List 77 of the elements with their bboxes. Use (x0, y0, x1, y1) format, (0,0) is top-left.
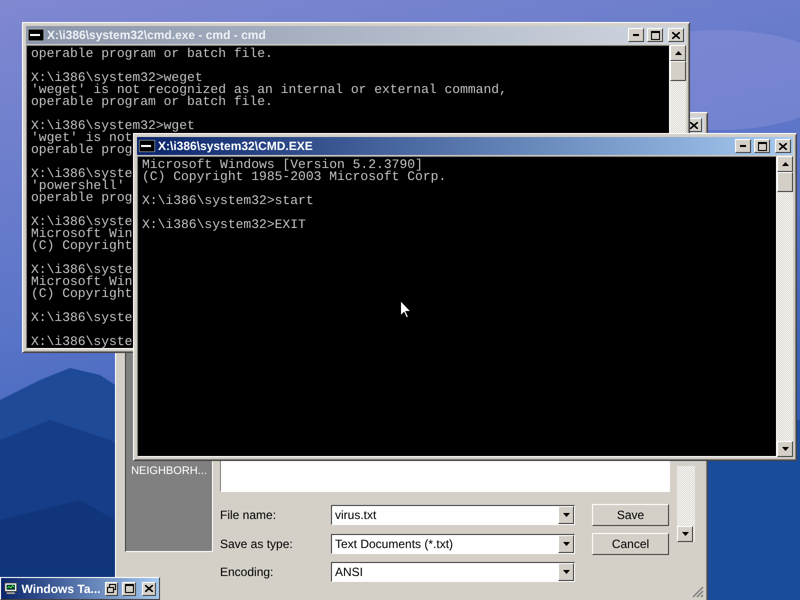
window-title: X:\i386\system32\CMD.EXE (158, 139, 314, 153)
console-line: X:\i386\syste (31, 168, 132, 180)
console-line: (C) Copyright 1985-2003 Microsoft Corp. (142, 171, 446, 183)
scroll-thumb[interactable] (670, 61, 686, 81)
console-line: X:\i386\system32>wget (31, 120, 195, 132)
console-icon (139, 140, 155, 152)
console-line: X:\i386\syste (31, 336, 132, 348)
console-line: X:\i386\system32>weget (31, 72, 203, 84)
scrollbar[interactable] (677, 466, 695, 542)
scroll-thumb[interactable] (777, 172, 793, 192)
dropdown-button[interactable] (558, 535, 574, 553)
scroll-down-button[interactable] (677, 526, 693, 542)
console-line: (C) Copyright (31, 288, 132, 300)
console-line: X:\i386\system32>start (142, 195, 314, 207)
scroll-up-button[interactable] (777, 156, 793, 172)
maximize-button[interactable] (647, 28, 663, 42)
combo-box[interactable]: virus.txt (331, 505, 575, 525)
console-line: X:\i386\syste (31, 312, 132, 324)
console-line: X:\i386\syste (31, 264, 132, 276)
restore-icon (106, 584, 116, 593)
caret-icon (562, 570, 570, 574)
console-line: 'powershell' (31, 180, 125, 192)
field-label: File name: (220, 508, 278, 522)
field-label: Encoding: (220, 565, 274, 579)
dialog-button[interactable]: Cancel (592, 533, 669, 555)
scrollbar[interactable] (777, 156, 793, 457)
combo-box[interactable]: Text Documents (*.txt) (331, 534, 575, 554)
down-arrow-icon (682, 532, 688, 536)
dropdown-button[interactable] (558, 563, 574, 581)
console-icon (28, 29, 44, 41)
mouse-pointer-icon (400, 300, 412, 319)
window-title: Windows Ta... (22, 582, 101, 596)
console-line: 'weget' is not recognized as an internal or external command, (31, 84, 507, 96)
field-label: Save as type: (220, 537, 294, 551)
console-line: Microsoft Win (31, 276, 132, 288)
console-line: (C) Copyright (31, 240, 132, 252)
close-button[interactable] (775, 139, 791, 153)
dialog-button[interactable]: Save (592, 504, 669, 526)
scroll-down-button[interactable] (777, 441, 793, 457)
window-title: X:\i386\system32\cmd.exe - cmd - cmd (47, 28, 267, 42)
restore-button[interactable] (104, 582, 118, 596)
console-line: 'wget' is not (31, 132, 132, 144)
console-line: Microsoft Win (31, 228, 132, 240)
close-button[interactable] (142, 582, 156, 596)
close-icon (690, 122, 698, 128)
close-icon (779, 142, 787, 150)
minimize-button[interactable] (628, 28, 644, 42)
maximize-button[interactable] (754, 139, 770, 153)
console-line: operable prog (31, 144, 132, 156)
monitor-icon (4, 581, 18, 596)
maximize-icon (124, 584, 134, 593)
resize-grip-icon[interactable] (692, 586, 704, 598)
up-arrow-icon (674, 51, 682, 55)
caret-icon (562, 542, 570, 546)
minimized-window[interactable]: Windows Ta... (0, 577, 160, 600)
maximize-icon (758, 142, 766, 150)
caret-icon (562, 513, 570, 517)
console-line: X:\i386\system32>EXIT (142, 219, 306, 231)
up-arrow-icon (782, 162, 788, 166)
console-line: operable program or batch file. (31, 48, 273, 60)
maximize-icon (650, 30, 660, 40)
close-button[interactable] (668, 28, 684, 42)
console-line: operable program or batch file. (31, 96, 273, 108)
minimize-button[interactable] (735, 139, 751, 153)
minimize-icon (740, 145, 746, 147)
console-line: X:\i386\syste (31, 216, 132, 228)
combo-box[interactable]: ANSI (331, 562, 575, 582)
close-icon (145, 585, 154, 592)
place-label[interactable]: NEIGHBORH... (131, 465, 207, 477)
close-icon (672, 32, 680, 38)
console-line: operable prog (31, 192, 132, 204)
dropdown-button[interactable] (558, 506, 574, 524)
console-line: Microsoft Windows [Version 5.2.3790] (142, 159, 423, 171)
maximize-button[interactable] (122, 582, 136, 596)
minimize-icon (633, 34, 639, 36)
scroll-up-button[interactable] (670, 45, 686, 61)
down-arrow-icon (782, 447, 788, 451)
